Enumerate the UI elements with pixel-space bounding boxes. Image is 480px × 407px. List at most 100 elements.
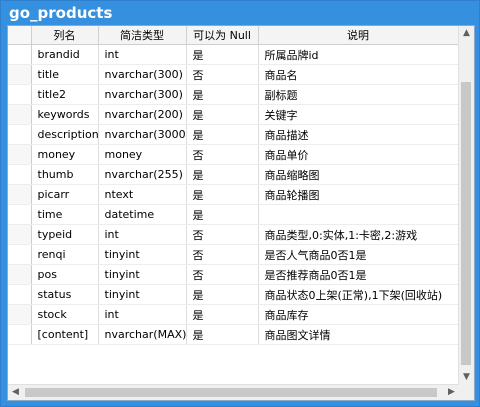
table-row[interactable]: money money 否商品单价: [8, 144, 459, 165]
cell-column-name[interactable]: picarr: [31, 184, 99, 205]
row-selector[interactable]: [8, 44, 32, 65]
cell-description[interactable]: [258, 204, 459, 225]
cell-description[interactable]: 是否人气商品0否1是: [258, 244, 459, 265]
cell-column-name[interactable]: keywords: [31, 104, 99, 125]
row-selector[interactable]: [8, 284, 32, 305]
cell-nullable[interactable]: 否: [186, 264, 259, 285]
cell-nullable[interactable]: 否: [186, 64, 259, 85]
cell-column-name[interactable]: brandid: [31, 44, 99, 65]
cell-nullable[interactable]: 是: [186, 184, 259, 205]
cell-description[interactable]: 商品单价: [258, 144, 459, 165]
cell-data-type[interactable]: nvarchar(200): [98, 104, 187, 125]
cell-description[interactable]: 商品图文详情: [258, 324, 459, 345]
table-row[interactable]: status tinyint 是商品状态0上架(正常),1下架(回收站): [8, 284, 459, 305]
column-header-name[interactable]: 列名: [31, 26, 99, 45]
cell-column-name[interactable]: thumb: [31, 164, 99, 185]
cell-data-type[interactable]: int: [98, 304, 187, 325]
cell-nullable[interactable]: 是: [186, 124, 259, 145]
cell-column-name[interactable]: title: [31, 64, 99, 85]
horizontal-scroll-thumb[interactable]: [25, 388, 437, 397]
cell-data-type[interactable]: int: [98, 224, 187, 245]
row-selector[interactable]: [8, 264, 32, 285]
vertical-scroll-thumb[interactable]: [461, 82, 471, 365]
column-header-type[interactable]: 简洁类型: [98, 26, 187, 45]
column-header-description[interactable]: 说明: [258, 26, 459, 45]
cell-description[interactable]: 商品描述: [258, 124, 459, 145]
cell-description[interactable]: 商品库存: [258, 304, 459, 325]
cell-column-name[interactable]: status: [31, 284, 99, 305]
cell-data-type[interactable]: tinyint: [98, 244, 187, 265]
cell-nullable[interactable]: 否: [186, 244, 259, 265]
table-row[interactable]: keywords nvarchar(200) 是关键字: [8, 104, 459, 125]
cell-description[interactable]: 关键字: [258, 104, 459, 125]
cell-data-type[interactable]: nvarchar(3000): [98, 124, 187, 145]
row-selector[interactable]: [8, 224, 32, 245]
row-selector[interactable]: [8, 164, 32, 185]
row-selector[interactable]: [8, 244, 32, 265]
table-row[interactable]: description nvarchar(3000) 是商品描述: [8, 124, 459, 145]
row-selector[interactable]: [8, 324, 32, 345]
cell-data-type[interactable]: tinyint: [98, 284, 187, 305]
cell-nullable[interactable]: 是: [186, 104, 259, 125]
table-row[interactable]: stock int 是商品库存: [8, 304, 459, 325]
cell-column-name[interactable]: [content]: [31, 324, 99, 345]
cell-data-type[interactable]: tinyint: [98, 264, 187, 285]
table-row[interactable]: thumb nvarchar(255) 是商品缩略图: [8, 164, 459, 185]
cell-description[interactable]: 商品名: [258, 64, 459, 85]
cell-data-type[interactable]: int: [98, 44, 187, 65]
scroll-left-arrow-icon[interactable]: ◀: [8, 385, 23, 400]
table-row[interactable]: brandid int 是所属品牌id: [8, 44, 459, 65]
cell-data-type[interactable]: nvarchar(300): [98, 64, 187, 85]
cell-column-name[interactable]: money: [31, 144, 99, 165]
table-row[interactable]: renqi tinyint 否是否人气商品0否1是: [8, 244, 459, 265]
table-row[interactable]: picarr ntext 是商品轮播图: [8, 184, 459, 205]
horizontal-scrollbar[interactable]: ◀ ▶: [8, 384, 459, 400]
cell-column-name[interactable]: time: [31, 204, 99, 225]
cell-nullable[interactable]: 是: [186, 84, 259, 105]
cell-nullable[interactable]: 是: [186, 284, 259, 305]
cell-data-type[interactable]: datetime: [98, 204, 187, 225]
cell-data-type[interactable]: ntext: [98, 184, 187, 205]
cell-data-type[interactable]: money: [98, 144, 187, 165]
row-selector[interactable]: [8, 184, 32, 205]
cell-description[interactable]: 商品轮播图: [258, 184, 459, 205]
scroll-down-arrow-icon[interactable]: ▼: [459, 370, 474, 385]
cell-data-type[interactable]: nvarchar(300): [98, 84, 187, 105]
cell-data-type[interactable]: nvarchar(255): [98, 164, 187, 185]
row-selector[interactable]: [8, 64, 32, 85]
table-row[interactable]: title nvarchar(300) 否商品名: [8, 64, 459, 85]
scroll-up-arrow-icon[interactable]: ▲: [459, 26, 474, 41]
cell-column-name[interactable]: renqi: [31, 244, 99, 265]
cell-column-name[interactable]: typeid: [31, 224, 99, 245]
row-selector[interactable]: [8, 84, 32, 105]
table-row[interactable]: pos tinyint 否是否推荐商品0否1是: [8, 264, 459, 285]
cell-description[interactable]: 商品缩略图: [258, 164, 459, 185]
row-selector[interactable]: [8, 304, 32, 325]
row-selector[interactable]: [8, 144, 32, 165]
row-selector[interactable]: [8, 124, 32, 145]
cell-column-name[interactable]: title2: [31, 84, 99, 105]
scroll-right-arrow-icon[interactable]: ▶: [444, 385, 459, 400]
cell-description[interactable]: 副标题: [258, 84, 459, 105]
row-selector[interactable]: [8, 104, 32, 125]
cell-nullable[interactable]: 否: [186, 144, 259, 165]
vertical-scrollbar[interactable]: ▲ ▼: [458, 26, 474, 385]
cell-column-name[interactable]: pos: [31, 264, 99, 285]
cell-data-type[interactable]: nvarchar(MAX): [98, 324, 187, 345]
cell-nullable[interactable]: 是: [186, 324, 259, 345]
cell-nullable[interactable]: 是: [186, 304, 259, 325]
row-selector[interactable]: [8, 204, 32, 225]
cell-column-name[interactable]: stock: [31, 304, 99, 325]
table-row[interactable]: time datetime 是: [8, 204, 459, 225]
cell-nullable[interactable]: 是: [186, 204, 259, 225]
cell-nullable[interactable]: 是: [186, 44, 259, 65]
cell-nullable[interactable]: 是: [186, 164, 259, 185]
table-row[interactable]: title2 nvarchar(300) 是副标题: [8, 84, 459, 105]
table-row[interactable]: [content] nvarchar(MAX) 是商品图文详情: [8, 324, 459, 345]
cell-column-name[interactable]: description: [31, 124, 99, 145]
cell-description[interactable]: 商品类型,0:实体,1:卡密,2:游戏: [258, 224, 459, 245]
cell-description[interactable]: 商品状态0上架(正常),1下架(回收站): [258, 284, 459, 305]
cell-description[interactable]: 所属品牌id: [258, 44, 459, 65]
cell-description[interactable]: 是否推荐商品0否1是: [258, 264, 459, 285]
cell-nullable[interactable]: 否: [186, 224, 259, 245]
